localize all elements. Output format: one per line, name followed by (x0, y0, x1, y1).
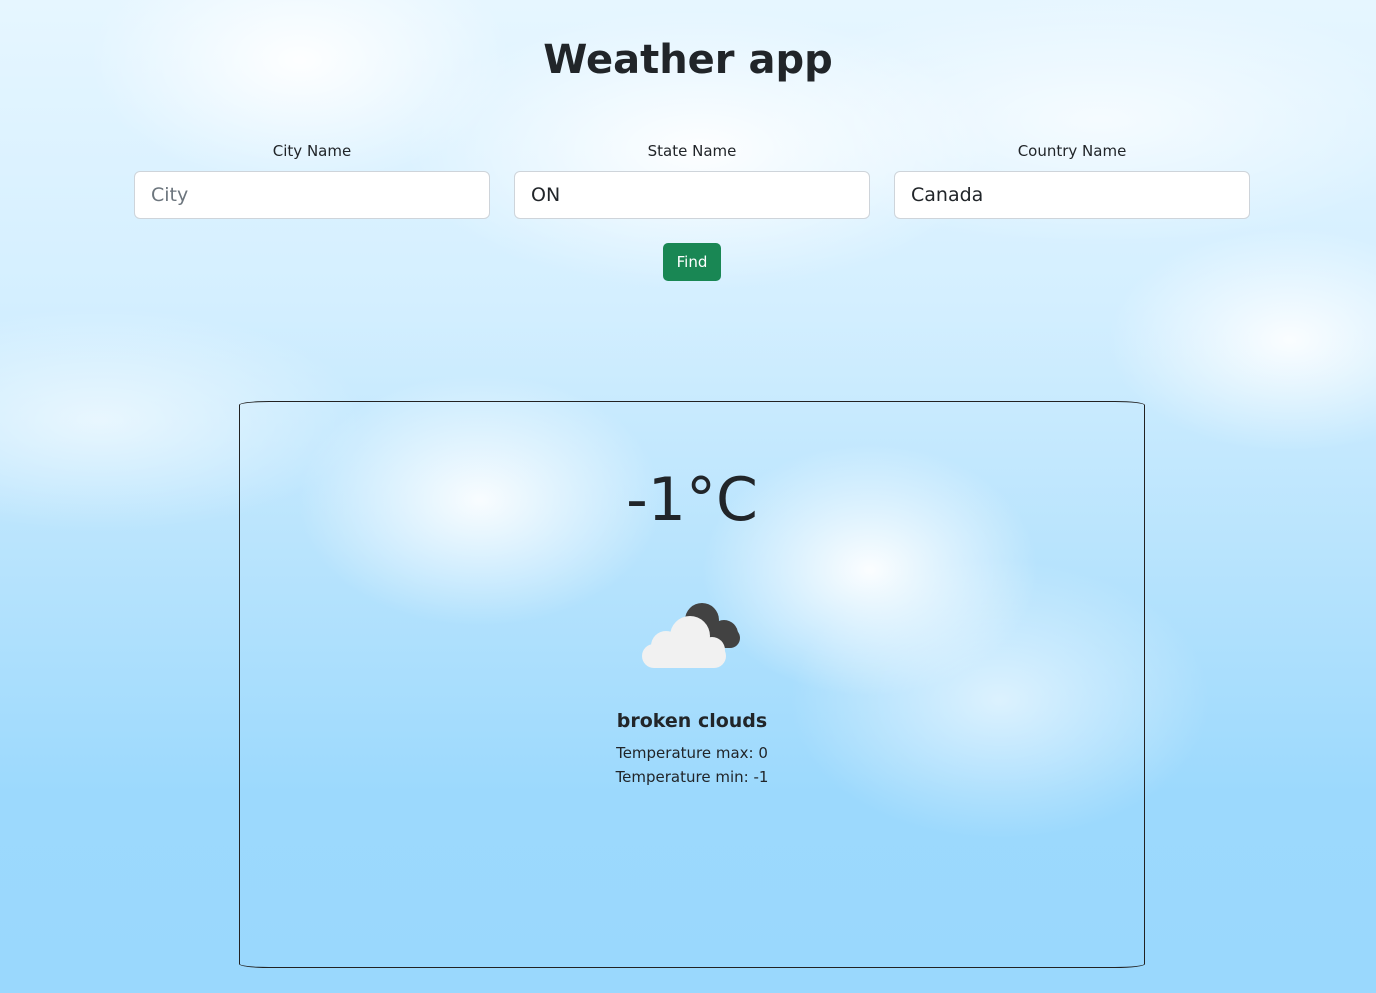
page-title: Weather app (543, 37, 833, 83)
city-field-group: City Name (134, 141, 490, 219)
state-name-label: State Name (647, 142, 737, 160)
country-name-label: Country Name (1017, 142, 1127, 160)
state-field-group: State Name (514, 141, 870, 219)
weather-card: -1°C broken clouds Temperature max: 0 Te… (239, 401, 1145, 968)
temperature-max: Temperature max: 0 (616, 744, 768, 762)
weather-description: broken clouds (616, 710, 768, 732)
broken-clouds-icon (638, 598, 748, 670)
state-input[interactable] (514, 171, 870, 219)
country-input[interactable] (894, 171, 1250, 219)
country-field-group: Country Name (894, 141, 1250, 219)
find-button[interactable]: Find (663, 243, 721, 281)
temperature-min: Temperature min: -1 (615, 768, 769, 786)
city-input[interactable] (134, 171, 490, 219)
temperature-display: -1°C (626, 465, 758, 535)
city-name-label: City Name (272, 142, 352, 160)
